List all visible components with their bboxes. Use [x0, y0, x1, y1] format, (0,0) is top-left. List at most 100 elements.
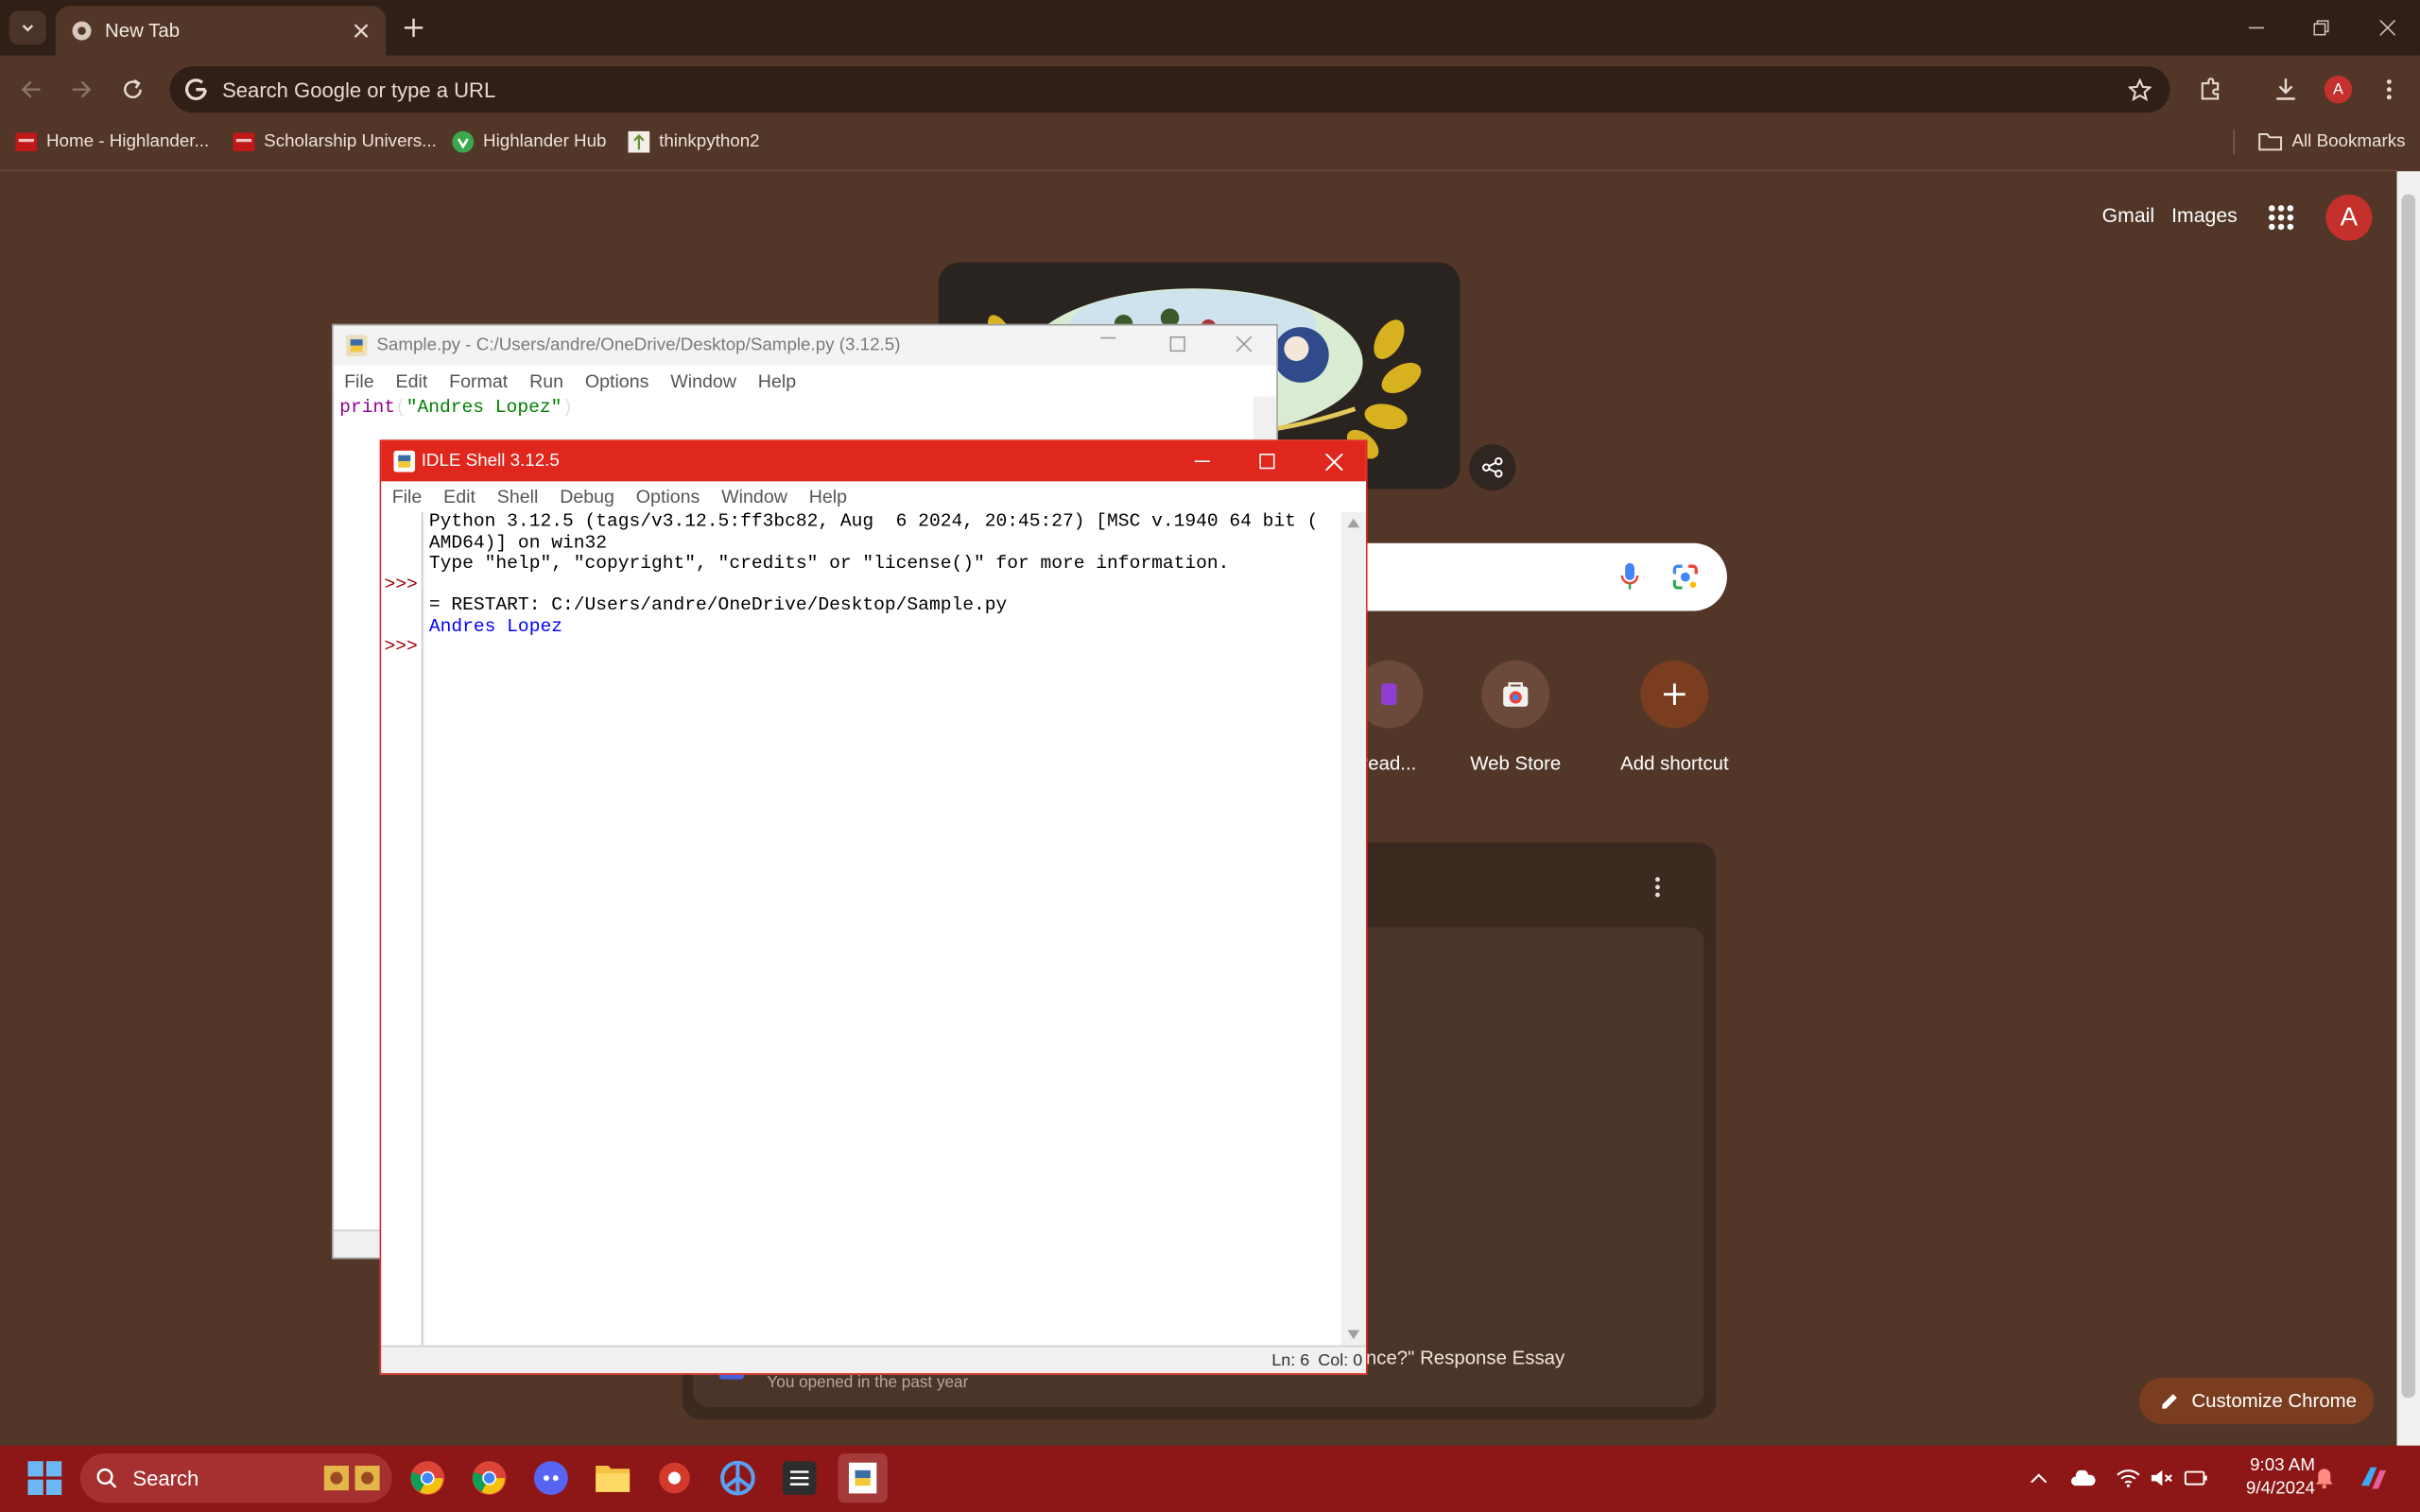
- menu-options[interactable]: Options: [574, 370, 659, 392]
- customize-chrome-button[interactable]: Customize Chrome: [2138, 1377, 2375, 1424]
- volume-muted-icon[interactable]: [2147, 1463, 2178, 1494]
- tab-search-button[interactable]: [9, 10, 46, 45]
- bookmark-highlander-hub[interactable]: Highlander Hub: [452, 129, 607, 156]
- close-window-button[interactable]: [2366, 9, 2410, 46]
- all-bookmarks-label: All Bookmarks: [2291, 132, 2406, 151]
- notifications-bell-icon[interactable]: [2308, 1463, 2340, 1494]
- menu-help[interactable]: Help: [747, 370, 806, 392]
- bookmark-scholarship[interactable]: Scholarship Univers...: [233, 129, 437, 156]
- close-tab-icon[interactable]: [349, 19, 373, 43]
- share-doodle-button[interactable]: [1469, 444, 1516, 491]
- taskbar-chrome[interactable]: [403, 1453, 452, 1503]
- editor-menubar: File Edit Format Run Options Window Help: [333, 365, 1277, 397]
- menu-run[interactable]: Run: [519, 370, 575, 392]
- menu-format[interactable]: Format: [439, 370, 519, 392]
- shell-statusbar: Ln: 6 Col: 0: [381, 1345, 1366, 1374]
- avatar[interactable]: A: [2325, 194, 2373, 241]
- status-line: Ln: 6: [1271, 1351, 1310, 1370]
- vpn-icon: [720, 1460, 755, 1496]
- taskbar-search[interactable]: Search: [79, 1452, 392, 1503]
- google-apps-icon[interactable]: [2267, 204, 2294, 232]
- reload-icon: [124, 78, 142, 99]
- menu-window[interactable]: Window: [711, 486, 799, 507]
- shell-output[interactable]: Python 3.12.5 (tags/v3.12.5:ff3bc82, Aug…: [424, 511, 1341, 1346]
- forward-button[interactable]: [63, 71, 100, 108]
- taskbar-chrome-profile[interactable]: [464, 1453, 513, 1503]
- minimize-button[interactable]: [2235, 9, 2278, 46]
- chrome-menu-button[interactable]: [2371, 71, 2408, 108]
- back-arrow-icon: [21, 80, 41, 98]
- plus-icon: [1640, 660, 1709, 729]
- tab-new-tab[interactable]: New Tab: [55, 6, 387, 56]
- editor-title: Sample.py - C:/Users/andre/OneDrive/Desk…: [376, 335, 901, 355]
- bookmark-label: Highlander Hub: [483, 132, 607, 151]
- code-paren: (: [394, 396, 406, 419]
- copilot-icon[interactable]: [2359, 1463, 2390, 1494]
- editor-maximize-button[interactable]: [1169, 335, 1185, 352]
- shell-minimize-button[interactable]: [1170, 441, 1236, 481]
- scroll-up-icon[interactable]: [1347, 518, 1360, 528]
- google-lens-icon[interactable]: [1671, 563, 1699, 591]
- gmail-link[interactable]: Gmail: [2102, 204, 2154, 227]
- images-link[interactable]: Images: [2171, 204, 2238, 227]
- menu-help[interactable]: Help: [798, 486, 857, 507]
- menu-file[interactable]: File: [381, 486, 432, 507]
- show-hidden-icons[interactable]: [2023, 1463, 2054, 1494]
- editor-close-button[interactable]: [1236, 335, 1253, 352]
- plus-icon: [404, 18, 424, 38]
- editor-code-line[interactable]: print("Andres Lopez"): [339, 397, 573, 419]
- scroll-down-icon[interactable]: [1347, 1330, 1360, 1340]
- bookmark-home-highlander[interactable]: Home - Highlander...: [15, 129, 209, 156]
- omnibox[interactable]: Search Google or type a URL: [169, 66, 2170, 113]
- system-clock[interactable]: 9:03 AM 9/4/2024: [2222, 1455, 2315, 1502]
- add-shortcut-button[interactable]: Add shortcut: [1598, 660, 1752, 775]
- card-menu-icon[interactable]: [1654, 876, 1676, 907]
- shell-close-button[interactable]: [1301, 441, 1366, 481]
- bookmark-star-icon[interactable]: [2128, 77, 2152, 101]
- bookmark-separator: [2233, 129, 2236, 155]
- taskbar-app-gear[interactable]: [649, 1453, 699, 1503]
- menu-shell[interactable]: Shell: [486, 486, 548, 507]
- bookmark-label: Home - Highlander...: [45, 132, 210, 151]
- taskbar-file-explorer[interactable]: [588, 1453, 637, 1503]
- ucr-icon: [15, 132, 38, 151]
- editor-minimize-button[interactable]: [1100, 336, 1116, 339]
- shell-scrollbar[interactable]: [1340, 512, 1366, 1346]
- discord-icon: [533, 1461, 568, 1496]
- shortcut-web-store[interactable]: Web Store: [1439, 660, 1593, 775]
- voice-search-icon[interactable]: [1620, 562, 1639, 591]
- card-item-subtitle: You opened in the past year: [767, 1373, 969, 1392]
- all-bookmarks-button[interactable]: All Bookmarks: [2258, 129, 2406, 156]
- restore-button[interactable]: [2300, 9, 2343, 46]
- profile-button[interactable]: A: [2320, 71, 2357, 108]
- back-button[interactable]: [12, 71, 49, 108]
- taskbar-idle[interactable]: [838, 1452, 888, 1503]
- forward-arrow-icon: [72, 80, 92, 98]
- taskbar-discord[interactable]: [527, 1453, 576, 1503]
- taskbar-app-blue[interactable]: [713, 1453, 762, 1503]
- menu-edit[interactable]: Edit: [385, 370, 439, 392]
- page-scroll-thumb[interactable]: [2401, 194, 2416, 1399]
- shell-program-output: Andres Lopez: [428, 614, 562, 637]
- editor-title-bar[interactable]: Sample.py - C:/Users/andre/OneDrive/Desk…: [333, 325, 1277, 366]
- idle-shell-window[interactable]: IDLE Shell 3.12.5 File Edit Shell Debug …: [379, 439, 1368, 1375]
- start-button[interactable]: [20, 1453, 69, 1503]
- extensions-icon[interactable]: [2191, 71, 2228, 108]
- shell-maximize-button[interactable]: [1235, 441, 1300, 481]
- bookmark-thinkpython2[interactable]: thinkpython2: [628, 129, 760, 156]
- reload-button[interactable]: [114, 71, 151, 108]
- menu-debug[interactable]: Debug: [549, 486, 626, 507]
- downloads-icon[interactable]: [2267, 71, 2304, 108]
- menu-window[interactable]: Window: [660, 370, 748, 392]
- bookmark-label: thinkpython2: [659, 132, 760, 151]
- taskbar-terminal[interactable]: [775, 1453, 824, 1503]
- onedrive-icon[interactable]: [2068, 1463, 2100, 1494]
- menu-options[interactable]: Options: [625, 486, 710, 507]
- new-tab-button[interactable]: [398, 12, 429, 43]
- shortcut-label: Add shortcut: [1620, 752, 1729, 775]
- card-item-title[interactable]: nce?" Response Essay: [1366, 1347, 1564, 1368]
- battery-icon[interactable]: [2181, 1463, 2212, 1494]
- wifi-icon[interactable]: [2113, 1463, 2144, 1494]
- menu-file[interactable]: File: [334, 370, 385, 392]
- menu-edit[interactable]: Edit: [433, 486, 487, 507]
